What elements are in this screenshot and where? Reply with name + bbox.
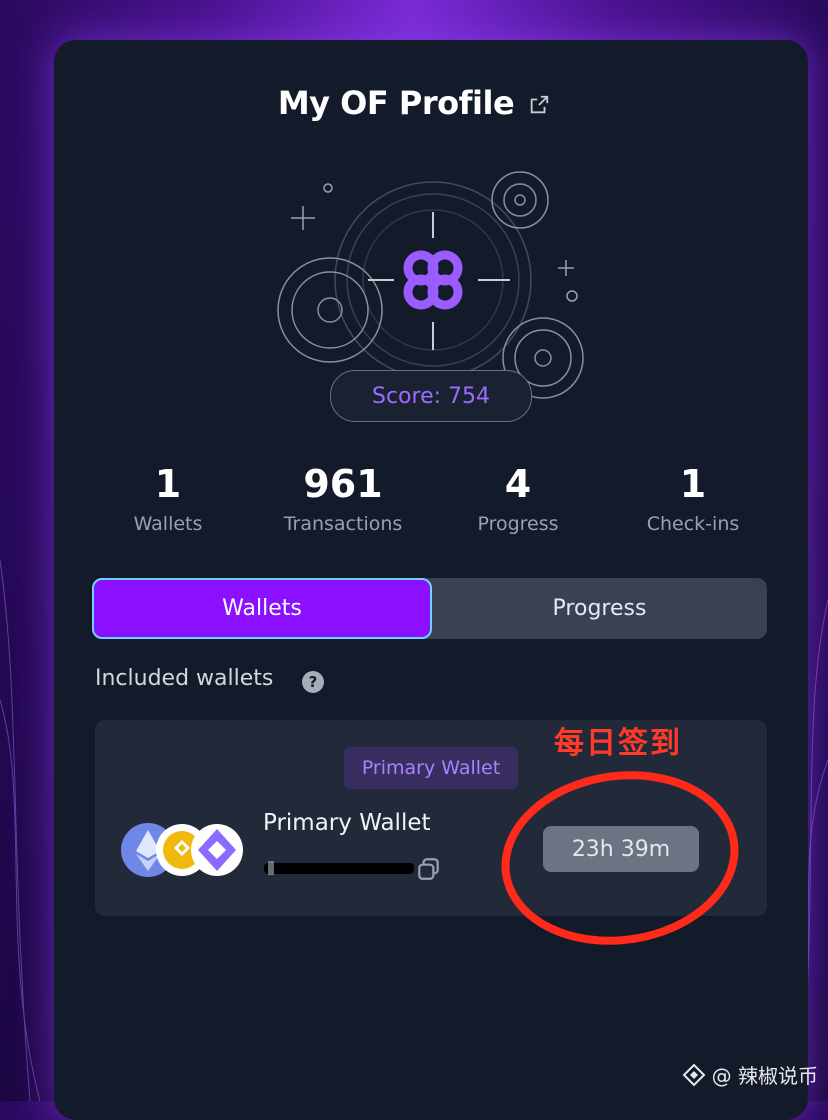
annotation-circle (501, 771, 739, 945)
stat-progress: 4 Progress (463, 458, 573, 538)
stat-label: Transactions (283, 513, 403, 535)
diamond-logo-icon (682, 1063, 706, 1086)
help-icon[interactable]: ? (302, 671, 324, 693)
watermark-text: @ 辣椒说币 (711, 1064, 818, 1088)
stat-label: Progress (477, 513, 559, 535)
score-badge: Score: 754 (330, 370, 532, 422)
primary-wallet-badge: Primary Wallet (344, 747, 518, 789)
stat-label: Wallets (133, 513, 203, 535)
page-title: My OF Profile (277, 84, 515, 122)
orbiter-icon (191, 824, 243, 876)
stat-value: 961 (303, 462, 383, 506)
copy-icon[interactable] (416, 856, 442, 882)
included-wallets-heading: Included wallets (95, 666, 274, 691)
stat-label: Check-ins (646, 513, 740, 535)
profile-tabs: Wallets Progress (92, 578, 767, 639)
stat-check-ins: 1 Check-ins (633, 458, 753, 538)
wallet-chain-icons (121, 823, 243, 877)
stat-transactions: 961 Transactions (268, 458, 418, 538)
wallet-address-redacted (264, 861, 414, 875)
stat-value: 1 (679, 462, 707, 506)
wallet-name: Primary Wallet (263, 810, 431, 836)
stat-wallets: 1 Wallets (118, 458, 218, 538)
page-title-row: My OF Profile (0, 84, 828, 122)
external-link-icon[interactable] (528, 94, 550, 116)
watermark: @ 辣椒说币 (682, 1060, 818, 1089)
check-in-annotation-text: 每日签到 (554, 726, 682, 761)
stat-value: 1 (154, 462, 182, 506)
tab-progress[interactable]: Progress (432, 578, 767, 639)
tab-wallets[interactable]: Wallets (92, 578, 432, 639)
stat-value: 4 (504, 462, 532, 506)
